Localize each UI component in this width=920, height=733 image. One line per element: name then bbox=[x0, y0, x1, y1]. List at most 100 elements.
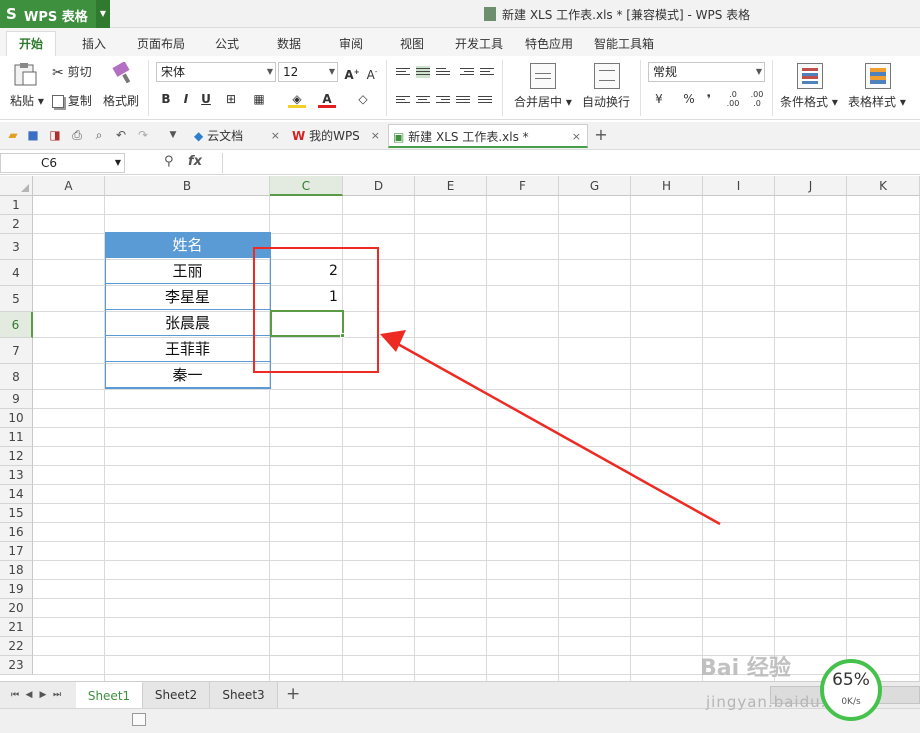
conditional-format-button[interactable]: 条件格式 ▾ bbox=[780, 93, 838, 110]
name-cell[interactable]: 王菲菲 bbox=[105, 336, 270, 362]
sheet-tab-sheet3[interactable]: Sheet3 bbox=[210, 682, 278, 708]
align-center-icon[interactable] bbox=[416, 94, 430, 106]
doc-tab-my-wps[interactable]: W 我的WPS × bbox=[288, 124, 386, 148]
increase-font-icon[interactable]: A+ bbox=[343, 63, 361, 82]
tab-developer[interactable]: 开发工具 bbox=[449, 33, 509, 56]
insert-function-button[interactable]: fx bbox=[188, 154, 202, 169]
tab-view[interactable]: 视图 bbox=[394, 33, 430, 56]
row-header-1[interactable]: 1 bbox=[0, 196, 33, 215]
align-top-icon[interactable] bbox=[396, 66, 410, 78]
justify-icon[interactable] bbox=[456, 94, 470, 106]
export-pdf-icon[interactable]: ◨ bbox=[48, 128, 62, 142]
add-sheet-icon[interactable]: + bbox=[286, 686, 300, 703]
align-bottom-icon[interactable] bbox=[436, 66, 450, 78]
tab-featured[interactable]: 特色应用 bbox=[519, 33, 579, 56]
font-name-select[interactable]: 宋体 ▼ bbox=[156, 62, 276, 82]
name-cell[interactable]: 张晨晨 bbox=[105, 310, 270, 336]
print-icon[interactable]: ⎙ bbox=[70, 128, 84, 142]
copy-button[interactable]: 复制 bbox=[52, 92, 92, 109]
align-right-icon[interactable] bbox=[436, 94, 450, 106]
underline-button[interactable]: U bbox=[197, 90, 215, 108]
format-painter-button[interactable]: 格式刷 bbox=[103, 92, 139, 109]
new-tab-icon[interactable]: + bbox=[594, 127, 608, 143]
column-header-j[interactable]: J bbox=[775, 176, 847, 196]
table-header-cell[interactable]: 姓名 bbox=[105, 232, 270, 258]
tab-page-layout[interactable]: 页面布局 bbox=[131, 33, 191, 56]
table-style-button[interactable]: 表格样式 ▾ bbox=[848, 93, 906, 110]
borders-icon[interactable]: ⊞ bbox=[222, 90, 240, 108]
cell-c5[interactable]: 1 bbox=[329, 289, 338, 305]
column-header-f[interactable]: F bbox=[487, 176, 559, 196]
merge-center-button[interactable]: 合并居中 ▾ bbox=[514, 93, 572, 110]
sheet-tab-sheet2[interactable]: Sheet2 bbox=[143, 682, 210, 708]
row-header-11[interactable]: 11 bbox=[0, 428, 33, 447]
column-header-b[interactable]: B bbox=[105, 176, 270, 196]
column-header-d[interactable]: D bbox=[343, 176, 415, 196]
prev-sheet-icon[interactable]: ◀ bbox=[22, 688, 36, 702]
row-header-8[interactable]: 8 bbox=[0, 364, 33, 390]
row-header-3[interactable]: 3 bbox=[0, 234, 33, 260]
row-header-12[interactable]: 12 bbox=[0, 447, 33, 466]
tab-formulas[interactable]: 公式 bbox=[209, 33, 245, 56]
fill-pattern-icon[interactable]: ▦ bbox=[250, 90, 268, 108]
cell-c4[interactable]: 2 bbox=[329, 263, 338, 279]
print-preview-icon[interactable]: ⌕ bbox=[92, 128, 106, 142]
row-header-9[interactable]: 9 bbox=[0, 390, 33, 409]
chevron-down-icon[interactable]: ▼ bbox=[96, 0, 110, 28]
column-header-i[interactable]: I bbox=[703, 176, 775, 196]
name-cell[interactable]: 王丽 bbox=[105, 258, 270, 284]
indent-icon[interactable] bbox=[480, 66, 494, 78]
zoom-icon[interactable]: ⚲ bbox=[164, 154, 174, 169]
row-header-2[interactable]: 2 bbox=[0, 215, 33, 234]
undo-icon[interactable]: ↶ bbox=[114, 128, 128, 142]
row-header-21[interactable]: 21 bbox=[0, 618, 33, 637]
column-header-k[interactable]: K bbox=[847, 176, 920, 196]
name-cell[interactable]: 李星星 bbox=[105, 284, 270, 310]
next-sheet-icon[interactable]: ▶ bbox=[36, 688, 50, 702]
column-header-a[interactable]: A bbox=[33, 176, 105, 196]
row-header-18[interactable]: 18 bbox=[0, 561, 33, 580]
name-cell[interactable]: 秦一 bbox=[105, 362, 270, 388]
font-size-select[interactable]: 12 ▼ bbox=[278, 62, 338, 82]
row-header-4[interactable]: 4 bbox=[0, 260, 33, 286]
bold-button[interactable]: B bbox=[157, 90, 175, 108]
spreadsheet-grid[interactable]: ABCDEFGHIJK 1 2 3 4 5 6 7 8 9 10 11 12 13 14 15 16 17 18 1… bbox=[0, 176, 920, 681]
decrease-font-icon[interactable]: A- bbox=[363, 63, 381, 82]
paste-button[interactable] bbox=[12, 62, 38, 86]
align-middle-icon[interactable] bbox=[416, 66, 430, 78]
clear-format-icon[interactable]: ◇ bbox=[354, 90, 372, 108]
close-icon[interactable]: × bbox=[271, 124, 280, 148]
row-header-6[interactable]: 6 bbox=[0, 312, 33, 338]
column-header-c[interactable]: C bbox=[270, 176, 343, 196]
last-sheet-icon[interactable]: ⏭ bbox=[50, 688, 64, 702]
tab-data[interactable]: 数据 bbox=[271, 33, 307, 56]
font-color-icon[interactable]: A bbox=[318, 90, 336, 108]
align-left-icon[interactable] bbox=[396, 94, 410, 106]
row-header-14[interactable]: 14 bbox=[0, 485, 33, 504]
cut-button[interactable]: ✂ 剪切 bbox=[52, 63, 92, 81]
row-header-7[interactable]: 7 bbox=[0, 338, 33, 364]
formula-input[interactable] bbox=[222, 153, 920, 173]
first-sheet-icon[interactable]: ⏮ bbox=[8, 688, 22, 702]
column-header-g[interactable]: G bbox=[559, 176, 631, 196]
redo-icon[interactable]: ↷ bbox=[136, 128, 150, 142]
doc-tab-cloud[interactable]: ◆ 云文档 × bbox=[190, 124, 286, 148]
active-cell-c6[interactable] bbox=[270, 310, 344, 337]
close-icon[interactable]: × bbox=[572, 125, 581, 149]
row-header-23[interactable]: 23 bbox=[0, 656, 33, 675]
customize-toolbar-icon[interactable]: ▼ bbox=[166, 128, 180, 142]
percent-button[interactable]: % bbox=[680, 90, 698, 108]
row-header-22[interactable]: 22 bbox=[0, 637, 33, 656]
tab-smart-toolbox[interactable]: 智能工具箱 bbox=[588, 33, 660, 56]
italic-button[interactable]: I bbox=[177, 90, 195, 108]
currency-icon[interactable]: ¥ bbox=[650, 90, 668, 108]
column-header-h[interactable]: H bbox=[631, 176, 703, 196]
sheet-tab-sheet1[interactable]: Sheet1 bbox=[76, 682, 143, 708]
row-header-13[interactable]: 13 bbox=[0, 466, 33, 485]
fill-color-icon[interactable]: ◈ bbox=[288, 90, 306, 108]
number-format-select[interactable]: 常规 ▼ bbox=[648, 62, 765, 82]
tab-home[interactable]: 开始 bbox=[6, 31, 57, 56]
row-header-17[interactable]: 17 bbox=[0, 542, 33, 561]
comma-button[interactable]: ❜ bbox=[700, 90, 718, 108]
save-icon[interactable]: ■ bbox=[26, 128, 40, 142]
